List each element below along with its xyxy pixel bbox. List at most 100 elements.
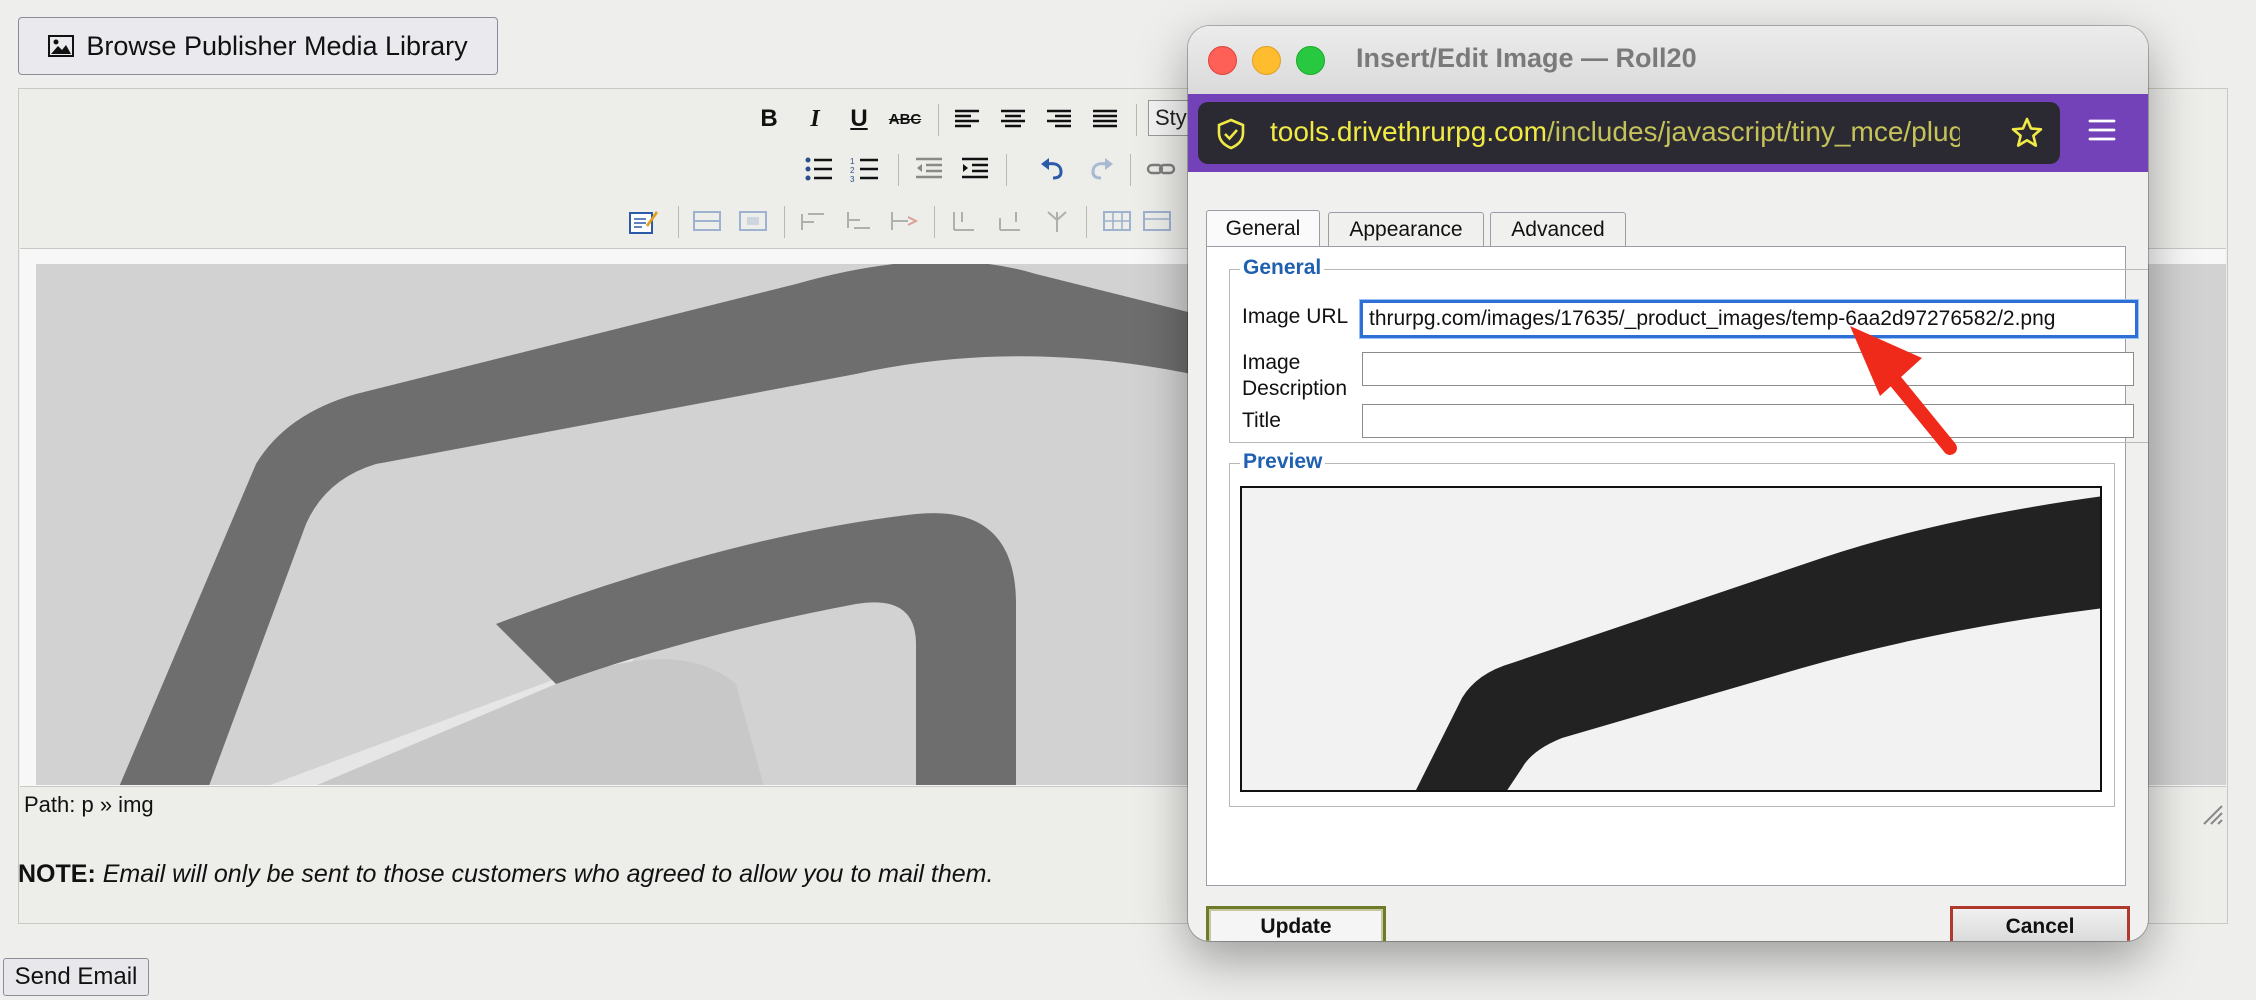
justify-button[interactable] [1088, 102, 1122, 136]
bold-button[interactable]: B [752, 102, 786, 136]
insert-row-before-button[interactable] [796, 204, 830, 238]
insert-edit-image-window: Insert/Edit Image — Roll20 tools.driveth… [1188, 26, 2148, 941]
resize-grip-icon[interactable] [2200, 802, 2224, 826]
shield-icon[interactable] [1216, 118, 1246, 150]
insert-row-icon [847, 212, 870, 229]
toolbar-separator [1130, 154, 1131, 186]
toolbar-separator [784, 206, 785, 238]
outdent-button[interactable] [912, 152, 946, 186]
table-cell-icon [739, 211, 767, 231]
bookmark-star-icon[interactable] [2010, 116, 2044, 150]
insert-col-before-button[interactable] [948, 204, 982, 238]
redo-button[interactable] [1084, 152, 1118, 186]
underline-button[interactable]: U [842, 102, 876, 136]
path-bar: Path: p » img [24, 792, 154, 817]
italic-button[interactable]: I [798, 102, 832, 136]
delete-column-icon [1047, 211, 1067, 232]
toolbar-separator [1086, 206, 1087, 238]
note-label: NOTE: [18, 860, 96, 888]
merge-cells-button[interactable] [1140, 204, 1174, 238]
table-grid-icon [1103, 211, 1131, 231]
undo-icon [1041, 158, 1063, 180]
insert-row-after-button[interactable] [842, 204, 876, 238]
send-email-button[interactable]: Send Email [3, 958, 149, 996]
url-host: tools.drivethrurpg.com [1270, 116, 1548, 147]
email-note: NOTE: Email will only be sent to those c… [18, 860, 993, 889]
toolbar-separator [1006, 154, 1007, 186]
insert-column-icon [999, 212, 1020, 231]
note-text: Email will only be sent to those custome… [95, 860, 994, 888]
toolbar-separator [1136, 104, 1137, 136]
image-description-input[interactable] [1362, 352, 2134, 386]
image-dialog: General Appearance Advanced General Imag… [1188, 172, 2148, 941]
url-text[interactable]: tools.drivethrurpg.com/includes/javascri… [1270, 116, 1960, 148]
align-left-button[interactable] [950, 102, 984, 136]
delete-row-button[interactable] [886, 204, 920, 238]
preview-fieldset: Preview [1229, 450, 2115, 807]
image-icon [48, 35, 75, 57]
table-merge-icon [1143, 211, 1171, 231]
browse-media-library-button[interactable]: Browse Publisher Media Library [18, 17, 498, 75]
toolbar-separator [898, 154, 899, 186]
image-description-label: Image Description [1242, 351, 1348, 400]
close-window-button[interactable] [1208, 46, 1237, 75]
svg-text:1: 1 [850, 157, 855, 166]
align-left-icon [955, 109, 979, 128]
tab-general[interactable]: General [1206, 210, 1320, 246]
red-arrow-icon [1850, 326, 1957, 455]
indent-icon [962, 157, 988, 179]
toolbar-separator [938, 104, 939, 136]
maximize-window-button[interactable] [1296, 46, 1325, 75]
title-input[interactable] [1362, 404, 2134, 438]
insert-col-after-button[interactable] [994, 204, 1028, 238]
image-url-label: Image URL [1242, 305, 1349, 328]
svg-text:2: 2 [850, 166, 855, 175]
insert-row-icon [801, 213, 824, 230]
undo-button[interactable] [1036, 152, 1070, 186]
general-panel: General Image URL thrurpg.com/images/176… [1206, 246, 2148, 886]
align-center-icon [1001, 109, 1025, 128]
tab-appearance[interactable]: Appearance [1328, 212, 1484, 246]
cell-props-button[interactable] [736, 204, 770, 238]
url-bar[interactable]: tools.drivethrurpg.com/includes/javascri… [1198, 102, 2060, 164]
insert-column-icon [953, 212, 974, 231]
numbered-list-icon: 123 [850, 157, 878, 182]
edit-css-button[interactable] [626, 204, 660, 238]
image-url-input[interactable]: thrurpg.com/images/17635/_product_images… [1360, 300, 2138, 338]
url-path: /includes/javascript/tiny_mce/plug [1547, 116, 1960, 147]
strikethrough-button[interactable]: ABC [888, 102, 922, 136]
preview-artwork [1416, 496, 2100, 790]
link-icon [1146, 163, 1176, 175]
table-row-icon [693, 211, 721, 231]
bullet-list-button[interactable] [802, 152, 836, 186]
hamburger-menu-icon[interactable] [2088, 118, 2116, 142]
indent-button[interactable] [958, 152, 992, 186]
tab-advanced[interactable]: Advanced [1490, 212, 1626, 246]
align-right-icon [1047, 109, 1071, 128]
browser-toolbar: tools.drivethrurpg.com/includes/javascri… [1188, 94, 2148, 172]
link-button[interactable] [1144, 152, 1178, 186]
general-legend: General [1240, 256, 1325, 280]
update-button[interactable]: Update [1206, 906, 1386, 941]
toolbar-separator [934, 206, 935, 238]
split-cells-button[interactable] [1100, 204, 1134, 238]
title-label: Title [1242, 409, 1281, 432]
align-center-button[interactable] [996, 102, 1030, 136]
image-preview [1240, 486, 2102, 792]
general-fieldset: General Image URL thrurpg.com/images/176… [1229, 256, 2148, 443]
numbered-list-button[interactable]: 123 [848, 152, 882, 186]
outdent-icon [916, 157, 942, 179]
toolbar-separator [678, 206, 679, 238]
delete-col-button[interactable] [1040, 204, 1074, 238]
preview-legend: Preview [1240, 450, 1326, 474]
row-props-button[interactable] [690, 204, 724, 238]
cancel-button[interactable]: Cancel [1950, 906, 2130, 941]
svg-text:3: 3 [850, 175, 855, 182]
window-titlebar: Insert/Edit Image — Roll20 [1188, 26, 2148, 95]
window-title: Insert/Edit Image — Roll20 [1356, 43, 1697, 73]
browse-button-label: Browse Publisher Media Library [86, 30, 468, 61]
minimize-window-button[interactable] [1252, 46, 1281, 75]
align-right-button[interactable] [1042, 102, 1076, 136]
redo-icon [1091, 158, 1113, 180]
delete-row-icon [891, 212, 918, 230]
